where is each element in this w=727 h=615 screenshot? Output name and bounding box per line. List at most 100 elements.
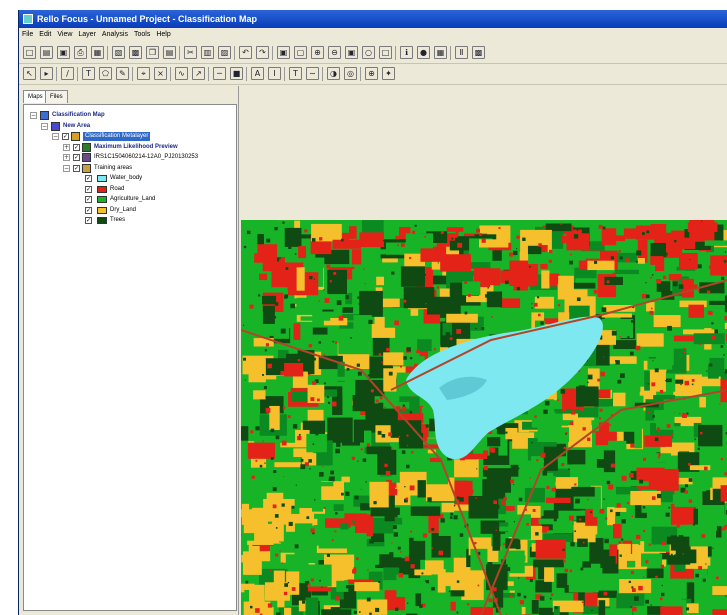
toolbar-separator — [208, 67, 209, 81]
menu-help[interactable]: Help — [153, 29, 173, 40]
visibility-checkbox[interactable]: ✓ — [73, 143, 80, 151]
expand-toggle[interactable]: − — [52, 133, 59, 140]
map-view[interactable] — [239, 86, 727, 615]
raster-icon — [82, 142, 91, 152]
fill-color-icon[interactable]: ■ — [230, 67, 243, 80]
visibility-checkbox[interactable]: ✓ — [73, 164, 80, 172]
title-bar[interactable]: Rello Focus - Unnamed Project - Classifi… — [19, 10, 727, 28]
zoom-fit-icon[interactable]: ▣ — [345, 46, 358, 59]
menu-view[interactable]: View — [54, 29, 75, 40]
tree-node-label: IRS1C1504060214-12A0_PJ20130253 — [94, 154, 199, 160]
visibility-checkbox[interactable]: ✓ — [85, 206, 92, 214]
visibility-checkbox[interactable]: ✓ — [73, 154, 80, 161]
table-icon[interactable]: ▤ — [163, 46, 176, 59]
menu-tools[interactable]: Tools — [131, 29, 153, 40]
classification-map-image[interactable] — [241, 220, 727, 615]
zoom-in-icon[interactable]: ⊕ — [311, 46, 324, 59]
menu-bar: File Edit View Layer Analysis Tools Help — [19, 29, 727, 42]
expand-toggle[interactable]: − — [30, 112, 37, 119]
layer-icon[interactable]: ▧ — [112, 46, 125, 59]
text-format-icon[interactable]: T — [289, 67, 302, 80]
map-icon — [40, 111, 49, 120]
font-color-icon[interactable]: A — [251, 67, 264, 80]
app-icon — [23, 14, 33, 24]
menu-file[interactable]: File — [19, 29, 36, 40]
overview-icon[interactable]: □ — [379, 46, 392, 59]
app-window: Rello Focus - Unnamed Project - Classifi… — [18, 10, 727, 615]
expand-toggle[interactable]: + — [63, 154, 70, 161]
zoom-window-icon[interactable]: ▢ — [294, 46, 307, 59]
drawing-toolbar: ↖ ▸ ∕ T ⬠ ✎ ⌖ ⨯ ∿ ↗ ─ ■ A I T ∼ ◑ ◎ ⊕ ✦ — [19, 64, 727, 85]
pointer-icon[interactable]: ↖ — [23, 67, 36, 80]
copy-icon[interactable]: ❐ — [146, 46, 159, 59]
line-style-icon[interactable]: ∼ — [306, 67, 319, 80]
toolbar-separator — [234, 46, 235, 60]
menu-analysis[interactable]: Analysis — [99, 29, 131, 40]
identify-icon[interactable]: ℹ — [400, 46, 413, 59]
select-icon[interactable]: ▸ — [40, 67, 53, 80]
visibility-checkbox[interactable]: ✓ — [85, 217, 92, 224]
draw-line-icon[interactable]: ∕ — [61, 67, 74, 80]
settings-icon[interactable]: ▩ — [472, 46, 485, 59]
toolbar-separator — [132, 67, 133, 81]
info-icon[interactable]: ● — [417, 46, 430, 59]
expand-toggle[interactable]: + — [63, 143, 70, 151]
text-tool-icon[interactable]: T — [82, 67, 95, 80]
toolbar-separator — [322, 67, 323, 81]
vertex-icon[interactable]: ⨯ — [154, 67, 167, 80]
symbol-icon[interactable]: ◎ — [344, 67, 357, 80]
fit-extent-icon[interactable]: ▣ — [277, 46, 290, 59]
undo-icon[interactable]: ↶ — [239, 46, 252, 59]
toolbar-separator — [107, 46, 108, 60]
class-label: Dry_Land — [110, 206, 137, 213]
brush-icon[interactable]: ✎ — [116, 67, 129, 80]
toolbar-separator — [179, 46, 180, 60]
shadow-icon[interactable]: ◑ — [327, 67, 340, 80]
toolbar-separator — [170, 67, 171, 81]
visibility-checkbox[interactable]: ✓ — [62, 133, 69, 140]
save-icon[interactable]: ▣ — [57, 46, 70, 59]
tab-files[interactable]: Files — [45, 90, 68, 103]
class-label: Road — [110, 185, 125, 192]
visibility-checkbox[interactable]: ✓ — [85, 175, 92, 182]
area-icon — [51, 121, 60, 131]
visibility-checkbox[interactable]: ✓ — [85, 185, 92, 193]
image-icon — [82, 153, 91, 162]
tree-node-label: New Area — [63, 122, 91, 129]
class-label: Water_body — [110, 175, 143, 181]
layer-tree[interactable]: − Classification Map − New Area − ✓ Classifica… — [23, 104, 237, 611]
expand-toggle[interactable]: − — [63, 164, 70, 172]
raster-icon[interactable]: ▩ — [129, 46, 142, 59]
tab-maps[interactable]: Maps — [23, 90, 48, 103]
class-color-swatch — [97, 196, 107, 203]
menu-edit[interactable]: Edit — [36, 29, 54, 40]
toolbar-separator — [360, 67, 361, 81]
paste-icon[interactable]: ▥ — [201, 46, 214, 59]
print-icon[interactable]: ⎙ — [74, 46, 87, 59]
pan-icon[interactable]: ○ — [362, 46, 375, 59]
snap-icon[interactable]: ✦ — [382, 67, 395, 80]
clipboard-icon[interactable]: ▨ — [218, 46, 231, 59]
open-icon[interactable]: ▤ — [40, 46, 53, 59]
polygon-icon[interactable]: ⬠ — [99, 67, 112, 80]
curve-icon[interactable]: ∿ — [175, 67, 188, 80]
globe-icon[interactable]: ⊕ — [365, 67, 378, 80]
toolbar-separator — [56, 67, 57, 81]
window-title: Rello Focus - Unnamed Project - Classifi… — [37, 14, 258, 24]
redo-icon[interactable]: ↷ — [256, 46, 269, 59]
expand-toggle[interactable]: − — [41, 122, 48, 130]
toolbar-separator — [395, 46, 396, 60]
new-icon[interactable]: □ — [23, 46, 36, 59]
zoom-out-icon[interactable]: ⊖ — [328, 46, 341, 59]
text-size-icon[interactable]: I — [268, 67, 281, 80]
scan-icon[interactable]: ▦ — [91, 46, 104, 59]
visibility-checkbox[interactable]: ✓ — [85, 196, 92, 203]
arrow-icon[interactable]: ↗ — [192, 67, 205, 80]
line-color-icon[interactable]: ─ — [213, 67, 226, 80]
cut-icon[interactable]: ✂ — [184, 46, 197, 59]
vector-icon — [82, 163, 91, 173]
grid-icon[interactable]: ▦ — [434, 46, 447, 59]
histogram-icon[interactable]: Ⅱ — [455, 46, 468, 59]
measure-icon[interactable]: ⌖ — [137, 67, 150, 80]
menu-layer[interactable]: Layer — [75, 29, 99, 40]
